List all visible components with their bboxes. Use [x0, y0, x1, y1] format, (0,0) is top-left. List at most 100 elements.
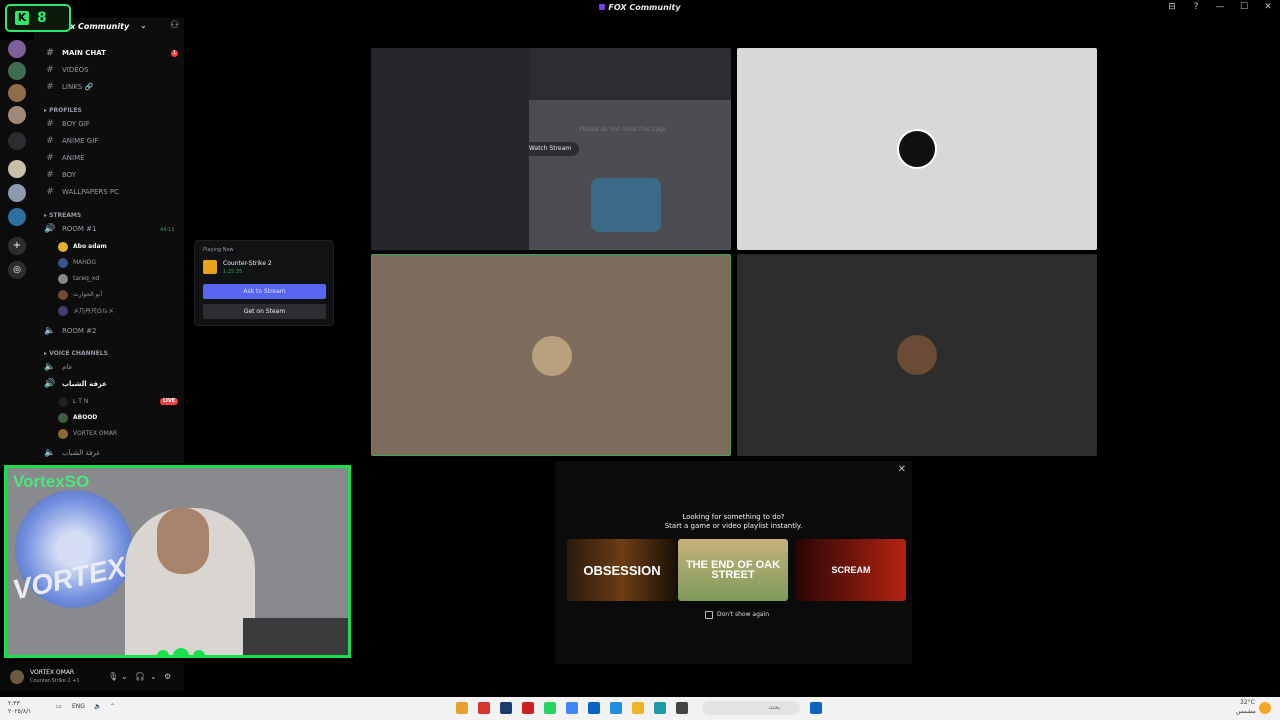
- edge-icon[interactable]: [610, 702, 622, 714]
- voice-user[interactable]: MAHDG: [58, 256, 96, 269]
- voice-channel-room-2[interactable]: 🔈 ROOM #2: [44, 324, 96, 338]
- activity-card-obsession[interactable]: OBSESSION: [567, 539, 677, 601]
- inbox-icon[interactable]: ⊟: [1166, 2, 1178, 12]
- popover-header: Playing Now: [203, 247, 234, 253]
- close-button[interactable]: ✕: [1262, 2, 1274, 12]
- hash-icon: #: [46, 153, 54, 163]
- channel-wallpapers-pc[interactable]: # WALLPAPERS PC: [44, 185, 119, 199]
- chrome-icon[interactable]: [566, 702, 578, 714]
- watch-stream-button[interactable]: Watch Stream: [521, 142, 579, 156]
- steam-icon[interactable]: [500, 702, 512, 714]
- speaker-icon: 🔈: [44, 362, 56, 372]
- voice-user[interactable]: L T N: [58, 395, 88, 408]
- volume-icon[interactable]: 🔈: [94, 703, 101, 710]
- server-icon[interactable]: [8, 62, 26, 80]
- kick-icon: K: [15, 11, 29, 25]
- unread-badge: 1: [171, 50, 178, 57]
- voice-user[interactable]: メ乃丹尺Oルメ: [58, 304, 114, 317]
- participant-tile[interactable]: [737, 48, 1097, 250]
- server-icon[interactable]: [8, 132, 26, 150]
- avatar: [532, 336, 572, 376]
- chevron-up-icon[interactable]: ⌃: [110, 703, 115, 710]
- overlay-dot: [173, 648, 189, 655]
- weather-status: مشمس: [1236, 708, 1256, 715]
- headphones-icon[interactable]: 🎧: [135, 672, 145, 681]
- server-icon[interactable]: [8, 184, 26, 202]
- windows-start-icon[interactable]: [810, 702, 822, 714]
- gear-icon[interactable]: ⚙: [164, 672, 171, 681]
- avatar[interactable]: [10, 670, 24, 684]
- whatsapp-icon[interactable]: [544, 702, 556, 714]
- voice-user[interactable]: VORTEX OMAR: [58, 427, 117, 440]
- overlay-dot: [193, 650, 205, 655]
- window-title: FOX Community: [0, 3, 1280, 12]
- channel-boy[interactable]: # BOY: [44, 168, 76, 182]
- streamer-name: VortexSO: [13, 472, 90, 491]
- server-icon[interactable]: [8, 208, 26, 226]
- channel-main-chat[interactable]: # MAIN CHAT: [44, 46, 106, 60]
- chevron-down-icon[interactable]: ⌄: [150, 672, 157, 681]
- voice-channel-youth[interactable]: 🔊 عزفة الشباب: [44, 377, 107, 391]
- microphone-icon[interactable]: 🎙: [108, 672, 118, 681]
- avatar: [58, 241, 68, 252]
- category-streams[interactable]: ▸ STREAMS: [44, 212, 81, 219]
- activity-popover: Playing Now Counter-Strike 2 1:25:35 Ask…: [194, 240, 334, 326]
- discover-icon[interactable]: ◎: [8, 261, 26, 279]
- server-name[interactable]: x Community: [70, 22, 129, 31]
- voice-user[interactable]: tareq_xd: [58, 272, 99, 285]
- maximize-button[interactable]: ☐: [1238, 2, 1250, 12]
- voice-user[interactable]: Abo adam: [58, 240, 107, 253]
- live-badge: LIVE: [160, 398, 178, 405]
- add-server-icon[interactable]: +: [8, 237, 26, 255]
- network-icon[interactable]: ▭: [56, 703, 62, 710]
- chevron-down-icon[interactable]: ⌄: [140, 21, 147, 30]
- app-icon[interactable]: [522, 702, 534, 714]
- sun-icon[interactable]: [1259, 702, 1271, 714]
- server-icon[interactable]: [8, 40, 26, 58]
- app-icon[interactable]: [654, 702, 666, 714]
- activity-card-end-of-oak-street[interactable]: THE END OF OAK STREET: [678, 539, 788, 601]
- hash-icon: #: [46, 48, 54, 58]
- help-icon[interactable]: ?: [1190, 2, 1202, 12]
- stream-tile[interactable]: Please do not close this page Watch Stre…: [371, 48, 731, 250]
- stream-preview-sidebar: [371, 48, 529, 250]
- folder-icon[interactable]: [632, 702, 644, 714]
- voice-user[interactable]: أبو الحوارث: [58, 288, 102, 301]
- store-icon[interactable]: [588, 702, 600, 714]
- activity-card-scream[interactable]: SCREAM: [796, 539, 906, 601]
- stream-preview-text: Please do not close this page: [579, 126, 667, 133]
- voice-user[interactable]: ABOOD: [58, 411, 97, 424]
- language-indicator[interactable]: ENG: [72, 703, 85, 710]
- channel-anime[interactable]: # ANIME: [44, 151, 84, 165]
- app-icon[interactable]: [478, 702, 490, 714]
- server-icon[interactable]: [8, 84, 26, 102]
- minimize-button[interactable]: —: [1214, 2, 1226, 12]
- avatar: [58, 305, 68, 316]
- ask-to-stream-button[interactable]: Ask to Stream: [203, 284, 326, 299]
- weather-temp[interactable]: 32°C: [1240, 699, 1255, 706]
- participant-tile[interactable]: [737, 254, 1097, 456]
- server-icon[interactable]: [8, 106, 26, 124]
- participant-tile-speaking[interactable]: [371, 254, 731, 456]
- dont-show-checkbox[interactable]: [705, 611, 713, 619]
- voice-channel-youth-2[interactable]: 🔈 غرفة الشباب: [44, 446, 100, 460]
- channel-links[interactable]: # LINKS 🔗: [44, 80, 93, 94]
- category-profiles[interactable]: ▸ PROFILES: [44, 107, 82, 114]
- voice-channel-room-1[interactable]: 🔊 ROOM #1: [44, 222, 96, 236]
- channel-list: x Community ⌄ ⚇ # MAIN CHAT 1 # VIDEOS # LI…: [34, 18, 184, 463]
- chevron-down-icon[interactable]: ⌄: [121, 672, 128, 681]
- channel-anime-gif[interactable]: # ANIME GIF: [44, 134, 98, 148]
- suggestion-subtitle: Start a game or video playlist instantly…: [664, 522, 803, 530]
- voice-channel-general[interactable]: 🔈 عام: [44, 360, 72, 374]
- category-voice-channels[interactable]: ▸ VOICE CHANNELS: [44, 350, 108, 357]
- channel-videos[interactable]: # VIDEOS: [44, 63, 88, 77]
- get-on-steam-button[interactable]: Get on Steam: [203, 304, 326, 319]
- app-icon[interactable]: [676, 702, 688, 714]
- add-user-icon[interactable]: ⚇: [170, 20, 179, 31]
- channel-boy-gif[interactable]: # BOY GIF: [44, 117, 90, 131]
- taskbar: ٢:٣٣ ٢٠٢٥/٨/١ ▭ ENG 🔈 ⌃ بحث 32°C مشمس: [0, 697, 1280, 720]
- close-icon[interactable]: ✕: [898, 464, 906, 475]
- taskbar-search[interactable]: بحث: [702, 701, 800, 715]
- server-icon[interactable]: [8, 160, 26, 178]
- explorer-icon[interactable]: [456, 702, 468, 714]
